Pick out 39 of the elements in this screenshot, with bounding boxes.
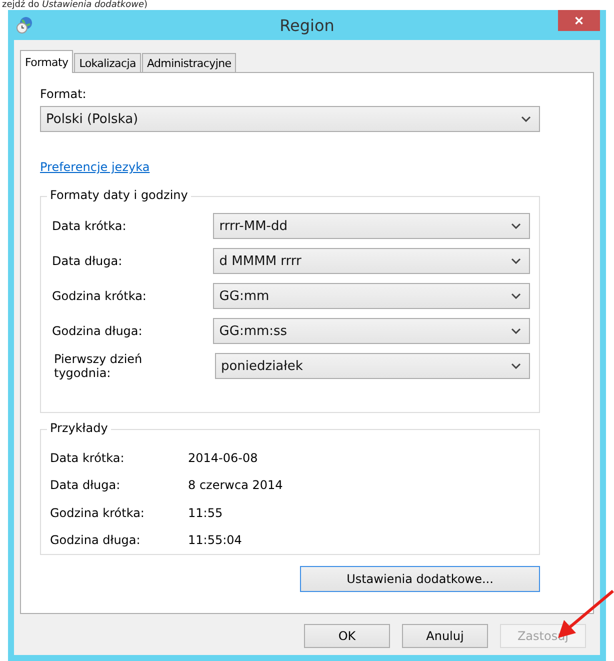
- format-dropdown[interactable]: GG:mm:ss: [213, 318, 530, 344]
- chevron-down-icon: [511, 363, 521, 369]
- format-dropdown[interactable]: GG:mm: [213, 283, 530, 309]
- group-title: Przykłady: [47, 421, 111, 435]
- chevron-down-icon: [511, 293, 521, 299]
- additional-settings-button[interactable]: Ustawienia dodatkowe...: [300, 566, 540, 592]
- window-title: Region: [280, 16, 334, 34]
- example-label: Data długa:: [50, 478, 122, 492]
- field-label: Pierwszy dzień tygodnia:: [53, 352, 144, 380]
- group-title: Formaty daty i godziny: [47, 188, 191, 202]
- example-value: 11:55:04: [188, 533, 242, 548]
- language-preferences-link[interactable]: Preferencje jezyka: [40, 160, 150, 174]
- format-dropdown[interactable]: Polski (Polska): [40, 106, 540, 132]
- dialog-button[interactable]: Anuluj: [402, 624, 488, 648]
- field-label: Data długa:: [51, 254, 124, 268]
- example-label: Data krótka:: [50, 450, 126, 465]
- close-button[interactable]: ✕: [558, 10, 600, 31]
- tab[interactable]: Administracyjne: [142, 53, 236, 72]
- chevron-down-icon: [511, 258, 521, 264]
- format-dropdown[interactable]: d MMMM rrrr: [213, 248, 530, 274]
- chevron-down-icon: [511, 328, 521, 334]
- dialog-button[interactable]: OK: [304, 624, 390, 648]
- example-value: 8 czerwca 2014: [188, 478, 283, 492]
- caption-text: zejdź do Ustawienia dodatkowe): [1, 0, 149, 10]
- example-label: Godzina długa:: [50, 533, 142, 548]
- tab[interactable]: Lokalizacja: [74, 53, 141, 72]
- globe-clock-icon: [16, 16, 34, 34]
- format-dropdown[interactable]: poniedziałek: [214, 353, 530, 379]
- tab[interactable]: Formaty: [20, 50, 74, 73]
- field-label: Godzina krótka:: [51, 289, 148, 303]
- chevron-down-icon: [511, 223, 521, 229]
- example-value: 11:55: [188, 506, 223, 520]
- example-value: 2014-06-08: [188, 450, 258, 465]
- field-label: Data krótka:: [51, 219, 128, 233]
- chevron-down-icon: [521, 116, 531, 122]
- field-label: Godzina długa:: [51, 324, 144, 338]
- format-label: Format:: [40, 87, 88, 101]
- format-dropdown[interactable]: rrrr-MM-dd: [213, 213, 530, 239]
- example-label: Godzina krótka:: [50, 506, 146, 520]
